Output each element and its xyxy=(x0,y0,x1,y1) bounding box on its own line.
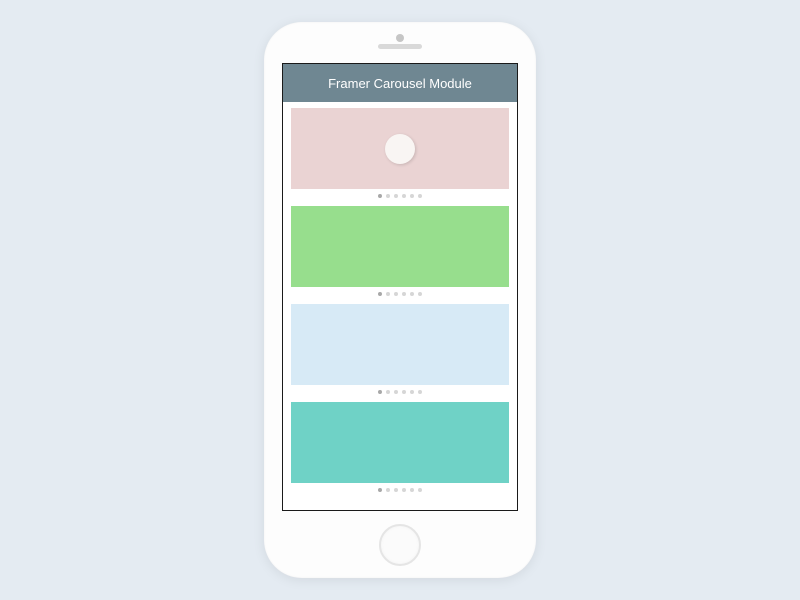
carousel-3 xyxy=(291,304,509,398)
pagination-dot[interactable] xyxy=(394,194,398,198)
pagination-dot[interactable] xyxy=(378,390,382,394)
pagination-dot[interactable] xyxy=(402,194,406,198)
pagination-dot[interactable] xyxy=(410,390,414,394)
pagination-dot[interactable] xyxy=(386,390,390,394)
pagination-dot[interactable] xyxy=(402,390,406,394)
pagination-dot[interactable] xyxy=(386,194,390,198)
phone-device-frame: Framer Carousel Module xyxy=(264,22,536,578)
phone-camera-dot xyxy=(396,34,404,42)
pagination-dot[interactable] xyxy=(394,488,398,492)
pagination-dot[interactable] xyxy=(394,390,398,394)
pagination-dot[interactable] xyxy=(418,488,422,492)
pagination-dots xyxy=(378,385,422,398)
pagination-dots xyxy=(378,189,422,202)
carousel-slide[interactable] xyxy=(291,206,509,287)
pagination-dots xyxy=(378,483,422,496)
pagination-dot[interactable] xyxy=(386,292,390,296)
pagination-dots xyxy=(378,287,422,300)
carousel-slide[interactable] xyxy=(291,402,509,483)
pagination-dot[interactable] xyxy=(418,390,422,394)
carousel-2 xyxy=(291,206,509,300)
phone-speaker xyxy=(378,44,422,49)
app-title: Framer Carousel Module xyxy=(328,76,472,91)
circle-icon xyxy=(385,134,415,164)
pagination-dot[interactable] xyxy=(386,488,390,492)
pagination-dot[interactable] xyxy=(378,488,382,492)
pagination-dot[interactable] xyxy=(394,292,398,296)
home-button[interactable] xyxy=(379,524,421,566)
app-header: Framer Carousel Module xyxy=(283,64,517,102)
pagination-dot[interactable] xyxy=(410,292,414,296)
pagination-dot[interactable] xyxy=(410,488,414,492)
pagination-dot[interactable] xyxy=(410,194,414,198)
pagination-dot[interactable] xyxy=(378,292,382,296)
carousel-4 xyxy=(291,402,509,496)
screen-body xyxy=(283,102,517,510)
carousel-slide[interactable] xyxy=(291,304,509,385)
pagination-dot[interactable] xyxy=(402,488,406,492)
pagination-dot[interactable] xyxy=(378,194,382,198)
pagination-dot[interactable] xyxy=(418,292,422,296)
carousel-slide[interactable] xyxy=(291,108,509,189)
pagination-dot[interactable] xyxy=(402,292,406,296)
phone-screen: Framer Carousel Module xyxy=(282,63,518,511)
pagination-dot[interactable] xyxy=(418,194,422,198)
carousel-1 xyxy=(291,108,509,202)
